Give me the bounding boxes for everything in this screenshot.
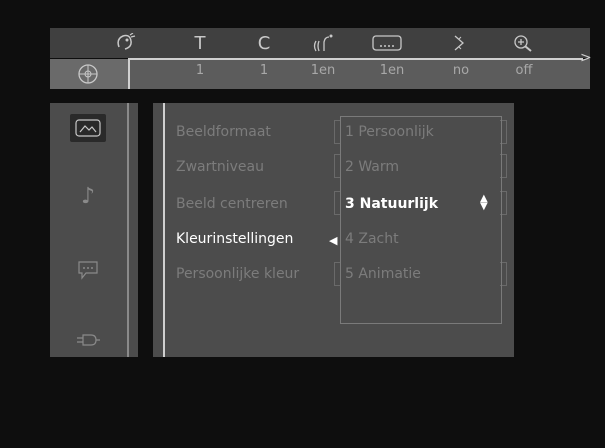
status-divider-vline: [128, 58, 130, 89]
status-divider-line: [128, 58, 583, 60]
plug-icon[interactable]: [70, 326, 106, 354]
angle-icon: [105, 30, 145, 56]
audio-value: 1en: [310, 63, 336, 78]
title-menu-icon: [367, 30, 407, 56]
disc-icon: [68, 61, 108, 87]
picture-icon[interactable]: [70, 114, 106, 142]
menu-item-beeldformaat[interactable]: Beeldformaat: [176, 124, 271, 140]
submenu-option-animatie[interactable]: 5 Animatie: [345, 266, 421, 282]
submenu-box: [340, 116, 502, 324]
audio-icon: [303, 30, 343, 56]
submenu-option-natuurlijk[interactable]: 3 Natuurlijk: [345, 196, 438, 212]
sidebar-divider: [127, 103, 129, 357]
zoom-value: off: [515, 63, 533, 78]
submenu-option-zacht[interactable]: 4 Zacht: [345, 231, 399, 247]
chapter-icon: C: [257, 32, 271, 54]
menu-item-kleurinstellingen[interactable]: Kleurinstellingen: [176, 231, 293, 247]
message-icon[interactable]: [70, 256, 106, 284]
submenu-option-warm[interactable]: 2 Warm: [345, 159, 399, 175]
subtitle-value: 1: [195, 63, 205, 78]
title-menu-value: 1en: [379, 63, 405, 78]
menu-item-persoonlijke-kleur[interactable]: Persoonlijke kleur: [176, 266, 299, 282]
status-arrow-icon: >: [580, 50, 592, 66]
music-note-icon[interactable]: ♪: [70, 182, 106, 210]
zoom-icon: [503, 30, 543, 56]
chapter-value: 1: [259, 63, 269, 78]
updown-arrows-icon: ▲ ▼: [480, 193, 488, 212]
arrow-value: no: [452, 63, 470, 78]
menu-item-zwartniveau[interactable]: Zwartniveau: [176, 159, 264, 175]
selection-arrow-icon: ◀: [329, 234, 338, 247]
panel-divider: [163, 103, 165, 357]
menu-item-beeld-centreren[interactable]: Beeld centreren: [176, 196, 288, 212]
arrow-icon: [440, 30, 480, 56]
subtitle-icon: T: [194, 32, 206, 54]
submenu-option-persoonlijk[interactable]: 1 Persoonlijk: [345, 124, 434, 140]
